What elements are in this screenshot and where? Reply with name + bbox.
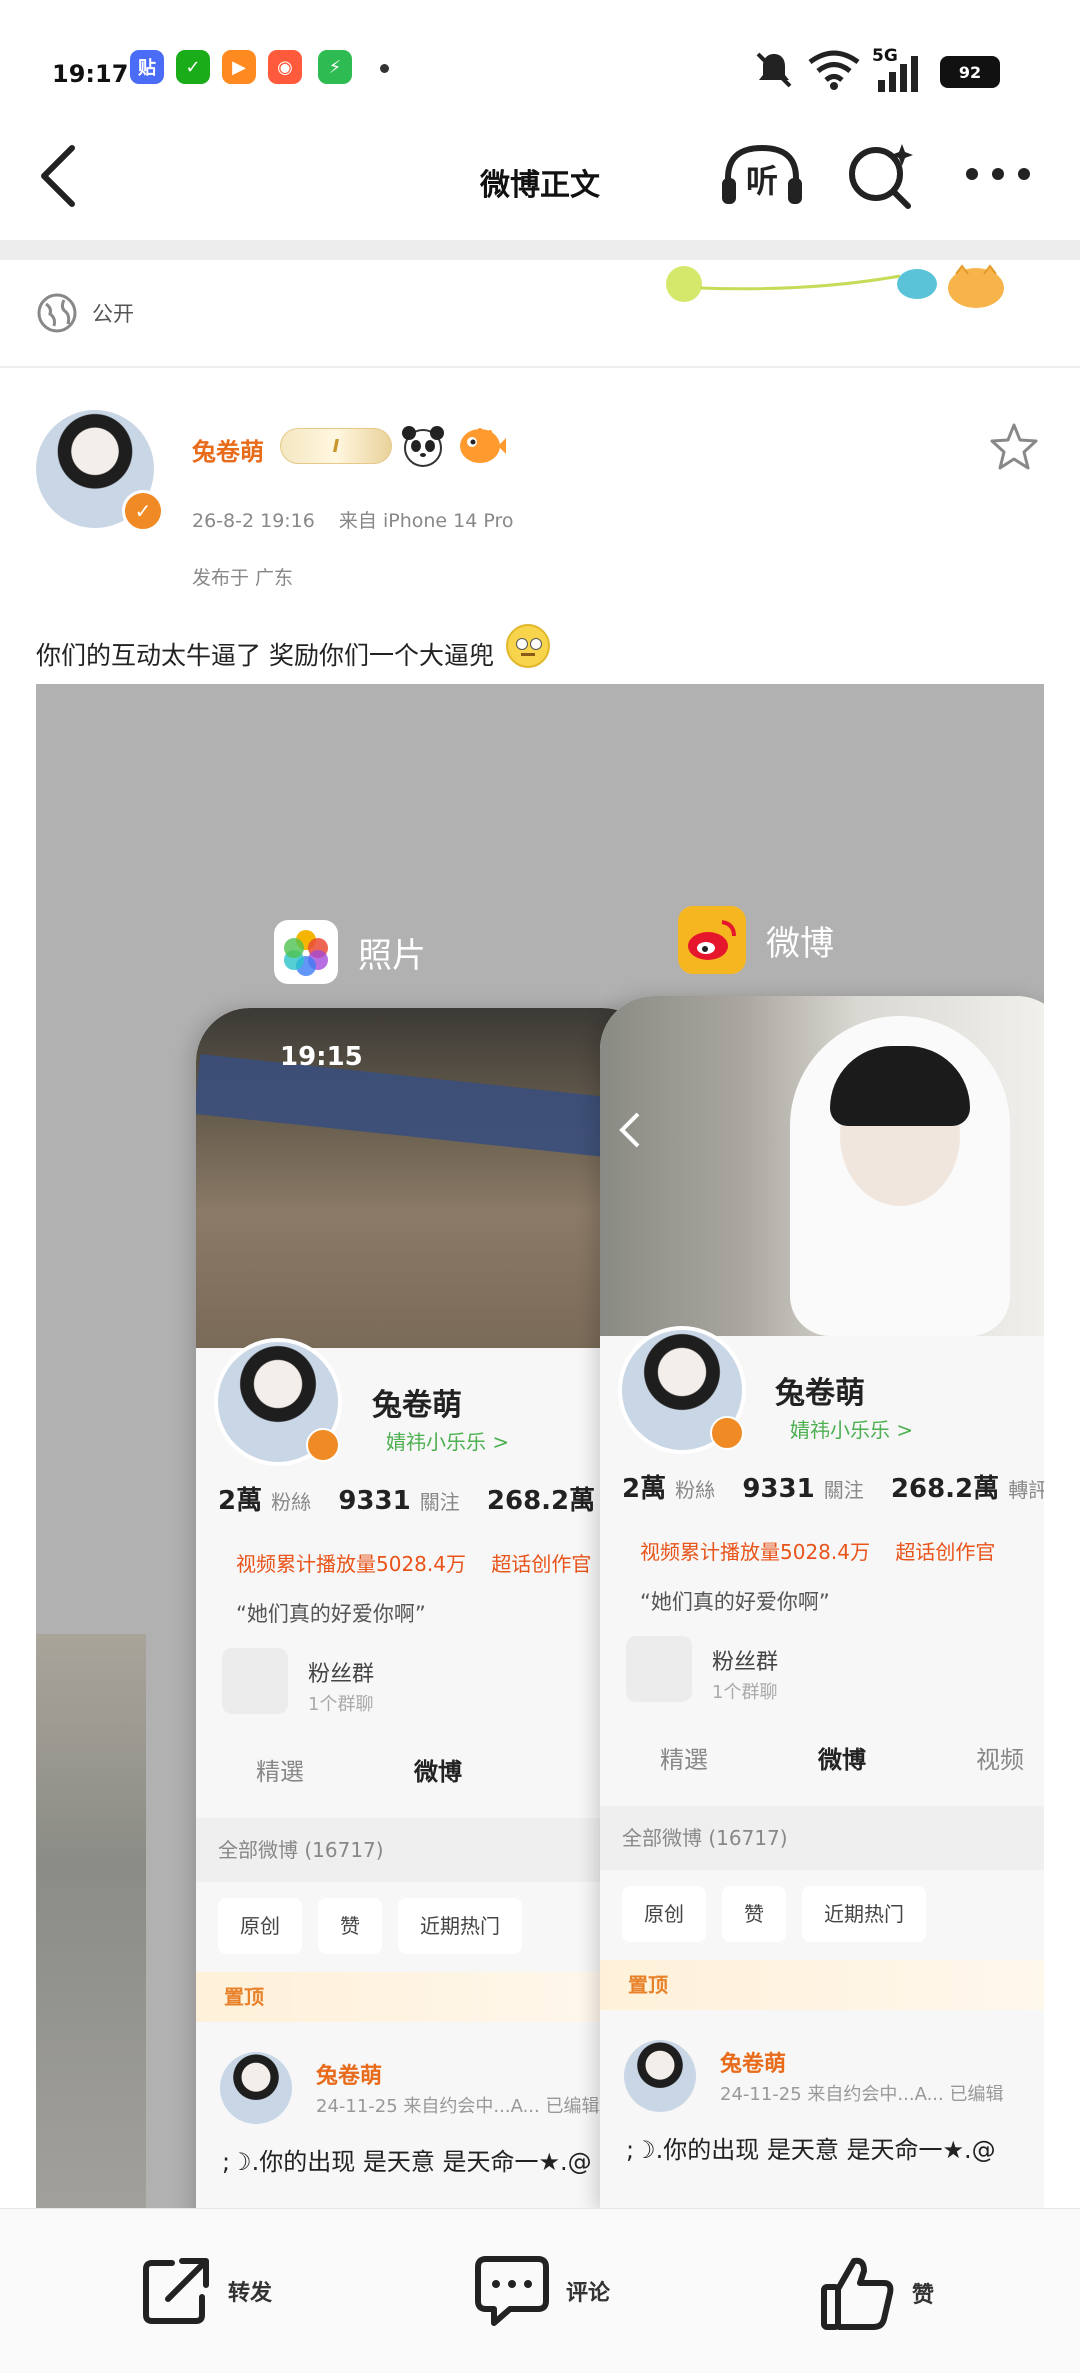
profile-tabs: 精選 微博 bbox=[256, 1758, 462, 1786]
pinned-label: 置顶 bbox=[196, 1972, 656, 2022]
post-text: 你们的互动太牛逼了 奖励你们一个大逼兜 bbox=[36, 641, 494, 670]
post-location: 发布于 广东 bbox=[192, 567, 294, 589]
comment-button[interactable]: 评论 bbox=[472, 2253, 610, 2329]
fans-group-label: 粉丝群 bbox=[712, 1650, 779, 1675]
mute-bell-icon bbox=[756, 52, 792, 88]
pinned-post-author: 兔卷萌 bbox=[316, 2064, 383, 2089]
post-meta: 26-8-2 19:16 来自 iPhone 14 Pro bbox=[192, 506, 514, 533]
pinned-post-text: ;☽.你的出现 是天意 是天命一★.@ bbox=[222, 2148, 592, 2176]
signal-icon bbox=[878, 56, 918, 92]
post-source: 来自 iPhone 14 Pro bbox=[338, 510, 514, 532]
photos-app-icon bbox=[274, 920, 338, 984]
fans-group-icon bbox=[222, 1648, 288, 1714]
eye-roll-emoji-icon bbox=[506, 624, 550, 668]
comment-icon bbox=[475, 2256, 549, 2326]
author-name[interactable]: 兔卷萌 bbox=[192, 432, 264, 467]
like-button[interactable]: 赞 bbox=[818, 2253, 934, 2333]
profile-tabs: 精選 微博 视频 bbox=[660, 1746, 1024, 1774]
shield-app-icon: ⚡ bbox=[318, 50, 352, 84]
more-options-icon[interactable] bbox=[964, 164, 1032, 184]
filter-chips: 原创 赞 近期热门 bbox=[622, 1886, 926, 1942]
photos-app-card[interactable]: 19:15 兔卷萌 婧祎小乐乐 > 2萬 粉絲 9331 關注 268.2萬 轉… bbox=[196, 1008, 656, 2210]
profile-stats: 2萬 粉絲 9331 關注 268.2萬 轉評 bbox=[622, 1474, 1044, 1504]
verified-badge-icon: ✓ bbox=[122, 490, 164, 532]
pinned-post-meta: 24-11-25 来自约会中...A... 已编辑 bbox=[720, 2084, 1004, 2105]
profile-quote: “她们真的好爱你啊” bbox=[236, 1602, 426, 1626]
post-image[interactable]: 照片 微博 19:15 兔卷萌 婧祎小乐乐 > 2萬 粉絲 9331 關注 26… bbox=[36, 684, 1044, 2210]
yarn-cat-decoration-icon bbox=[666, 264, 1004, 308]
weibo-app-card[interactable]: 兔卷萌 婧祎小乐乐 > 2萬 粉絲 9331 關注 268.2萬 轉評 视频累计… bbox=[600, 996, 1044, 2210]
weibo-app-icon bbox=[678, 906, 746, 974]
profile-name: 兔卷萌 bbox=[775, 1376, 865, 1411]
girl-photo bbox=[600, 996, 1044, 1336]
visibility-row: 公开 bbox=[36, 288, 134, 338]
divider bbox=[0, 366, 1080, 368]
thumbs-up-icon bbox=[821, 2257, 894, 2330]
profile-views: 视频累计播放量5028.4万 超话创作官 bbox=[640, 1540, 996, 1564]
profile-subtitle: 婧祎小乐乐 > bbox=[386, 1430, 510, 1454]
bottom-action-bar: 转发 评论 赞 bbox=[0, 2208, 1080, 2373]
profile-quote: “她们真的好爱你啊” bbox=[640, 1590, 830, 1614]
profile-name: 兔卷萌 bbox=[372, 1388, 462, 1423]
like-label: 赞 bbox=[912, 2283, 935, 2308]
listen-button[interactable]: 听 bbox=[720, 142, 804, 208]
pufferfish-emoji-icon bbox=[460, 428, 506, 463]
filter-chips: 原创 赞 近期热门 bbox=[218, 1898, 522, 1954]
status-bar: 19:17 贴 ✓ ▶ ◉ ⚡ 5G 92 bbox=[0, 0, 1080, 130]
card-time: 19:15 bbox=[280, 1042, 363, 1072]
fans-group-sub: 1个群聊 bbox=[308, 1694, 374, 1715]
panda-emoji-icon bbox=[402, 426, 444, 467]
visibility-label: 公开 bbox=[92, 302, 134, 326]
more-notifications-dot-icon bbox=[380, 64, 389, 73]
globe-icon bbox=[37, 293, 77, 333]
card-back-icon bbox=[619, 1112, 640, 1148]
concert-photo bbox=[196, 1008, 656, 1348]
wechat-app-icon: ✓ bbox=[176, 50, 210, 84]
listen-label: 听 bbox=[745, 162, 778, 200]
blurred-background bbox=[36, 1634, 146, 2210]
battery-indicator: 92 bbox=[940, 56, 1000, 88]
repost-button[interactable]: 转发 bbox=[138, 2253, 272, 2329]
pinned-post-meta: 24-11-25 来自约会中...A... 已编辑 bbox=[316, 2096, 600, 2117]
vip-badge[interactable]: I bbox=[280, 428, 392, 464]
share-icon bbox=[143, 2258, 209, 2324]
profile-stats: 2萬 粉絲 9331 關注 268.2萬 轉評 bbox=[218, 1486, 644, 1516]
pinned-post-author: 兔卷萌 bbox=[720, 2052, 787, 2077]
profile-verified-icon bbox=[306, 1428, 340, 1462]
fans-group-label: 粉丝群 bbox=[308, 1662, 375, 1687]
pinned-post-avatar bbox=[220, 2052, 292, 2124]
pinned-post-avatar bbox=[624, 2040, 696, 2112]
pinned-post-text: ;☽.你的出现 是天意 是天命一★.@ bbox=[626, 2136, 996, 2164]
all-weibo-count: 全部微博 (16717) bbox=[196, 1818, 656, 1882]
profile-views: 视频累计播放量5028.4万 超话创作官 bbox=[236, 1552, 592, 1576]
profile-subtitle: 婧祎小乐乐 > bbox=[790, 1418, 914, 1442]
camera-app-icon: ◉ bbox=[268, 50, 302, 84]
tieba-app-icon: 贴 bbox=[130, 50, 164, 84]
fans-group-icon bbox=[626, 1636, 692, 1702]
comment-label: 评论 bbox=[566, 2281, 611, 2306]
photos-app-label: 照片 bbox=[358, 936, 426, 976]
all-weibo-count: 全部微博 (16717) bbox=[600, 1806, 1044, 1870]
video-app-icon: ▶ bbox=[222, 50, 256, 84]
pinned-label: 置顶 bbox=[600, 1960, 1044, 2010]
favorite-star-icon[interactable] bbox=[988, 422, 1040, 472]
search-sparkle-icon[interactable] bbox=[846, 140, 916, 210]
repost-label: 转发 bbox=[228, 2281, 273, 2306]
section-divider bbox=[0, 240, 1080, 260]
fans-group-sub: 1个群聊 bbox=[712, 1682, 778, 1703]
status-time: 19:17 bbox=[52, 60, 129, 88]
page-title: 微博正文 bbox=[480, 168, 600, 203]
post-time: 26-8-2 19:16 bbox=[192, 510, 315, 532]
weibo-app-label: 微博 bbox=[766, 924, 834, 964]
profile-verified-icon bbox=[710, 1416, 744, 1450]
wifi-icon bbox=[808, 50, 860, 90]
